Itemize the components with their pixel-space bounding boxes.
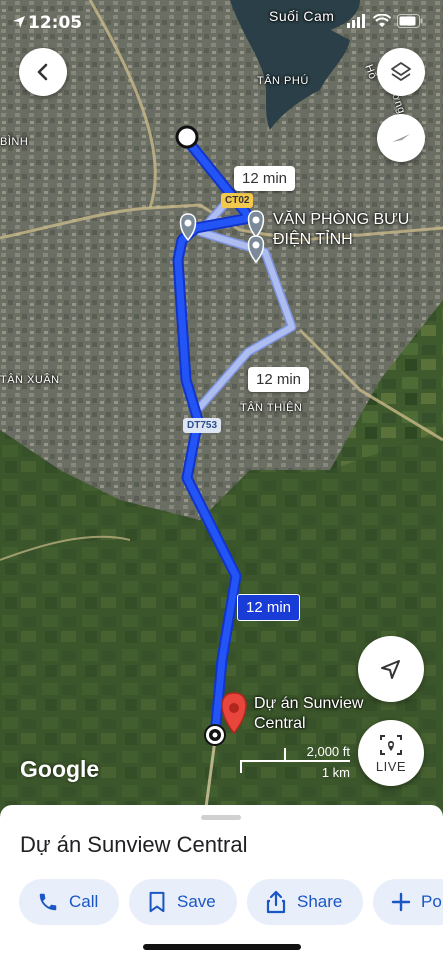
compass-button[interactable] [377, 114, 425, 162]
home-indicator [143, 944, 301, 950]
navigation-arrow-icon [381, 660, 400, 679]
destination-label-line1: Dự án Sunview [254, 695, 364, 712]
poi-label-line2: ĐIỆN TỈNH [273, 231, 353, 248]
destination-label[interactable]: Dự án Sunview Central [254, 694, 363, 734]
destination-label-line2: Central [254, 715, 306, 732]
save-button[interactable]: Save [129, 879, 237, 925]
call-label: Call [69, 892, 99, 911]
place-sheet[interactable]: Dự án Sunview Central Call Save Share Po [0, 805, 443, 960]
save-label: Save [177, 892, 216, 911]
back-button[interactable] [19, 48, 67, 96]
main-route-time[interactable]: 12 min [237, 594, 301, 621]
bookmark-icon [149, 891, 165, 913]
origin-marker [175, 125, 199, 149]
road-shield-ct02: CT02 [221, 193, 254, 208]
layers-icon [391, 62, 411, 81]
my-location-button[interactable] [358, 636, 424, 702]
share-icon [266, 890, 286, 914]
plus-icon [391, 892, 411, 912]
more-label: Po [421, 892, 442, 911]
phone-icon [39, 893, 57, 911]
label-tan-xuan: TÂN XUÂN [0, 374, 60, 386]
label-binh: BÌNH [0, 136, 29, 148]
road-shield-dt753: DT753 [183, 418, 222, 433]
signal-icon [347, 14, 365, 28]
google-attribution: Google [20, 756, 100, 782]
status-time: 12:05 [28, 13, 83, 33]
compass-icon [392, 134, 410, 142]
label-tan-phu: TÂN PHÚ [257, 75, 309, 87]
chevron-left-icon [37, 63, 48, 81]
alt-route-time-top[interactable]: 12 min [234, 166, 296, 191]
battery-icon [397, 14, 423, 28]
location-arrow-icon [13, 16, 25, 28]
layers-button[interactable] [377, 48, 425, 96]
live-view-button[interactable]: LIVE [358, 720, 424, 786]
live-view-icon [380, 734, 402, 755]
live-label: LIVE [375, 758, 407, 774]
share-label: Share [297, 892, 343, 911]
scale-imperial: 2,000 ft [306, 744, 350, 759]
wifi-icon [373, 14, 391, 27]
status-bar: 12:05 [13, 10, 423, 36]
alt-route-time-mid[interactable]: 12 min [248, 367, 310, 392]
call-button[interactable]: Call [19, 879, 119, 925]
scale-metric: 1 km [321, 765, 350, 780]
action-buttons: Call Save Share Po [19, 879, 443, 925]
label-tan-thien: TÂN THIỆN [240, 402, 303, 414]
map-scale: 2,000 ft 1 km [240, 744, 350, 780]
place-title: Dự án Sunview Central [20, 832, 248, 857]
sheet-grabber[interactable] [201, 815, 241, 820]
poi-label-line1: VĂN PHÒNG BƯU [273, 211, 410, 228]
poi-label[interactable]: VĂN PHÒNG BƯU ĐIỆN TỈNH [273, 210, 409, 250]
share-button[interactable]: Share [247, 879, 363, 925]
more-button[interactable]: Po [373, 879, 443, 925]
